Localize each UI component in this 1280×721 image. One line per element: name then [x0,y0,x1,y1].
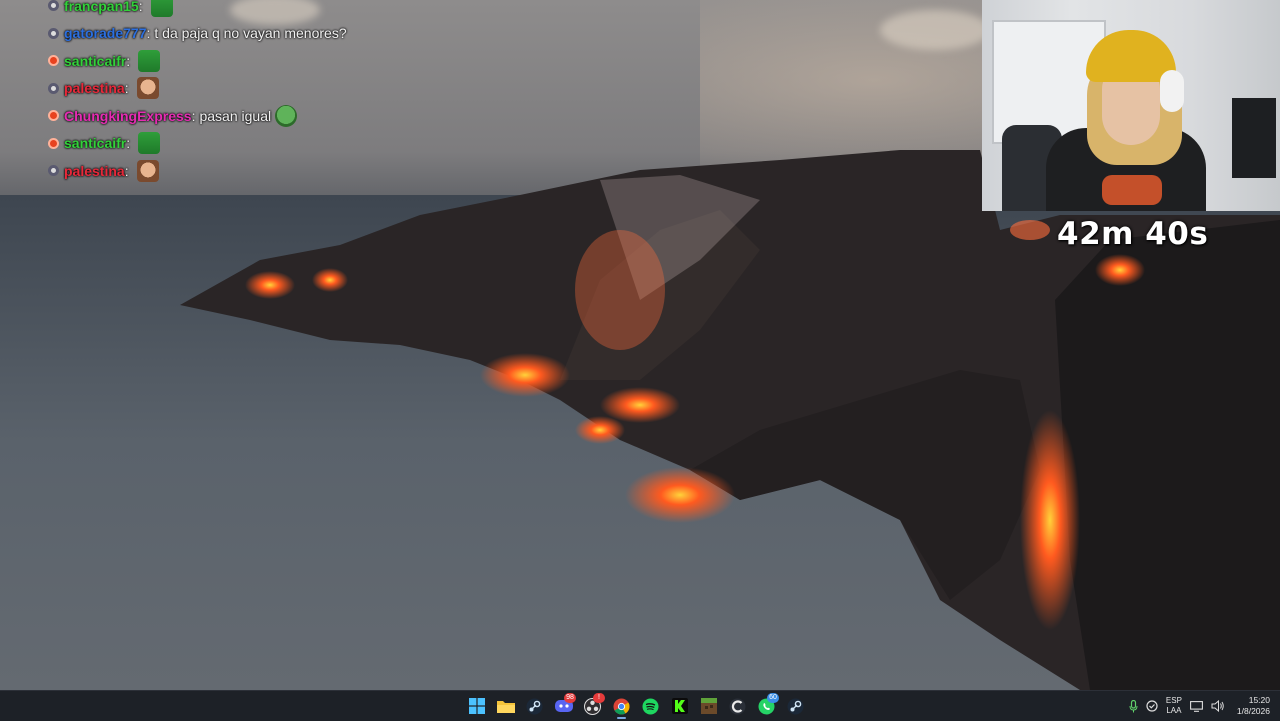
chat-message: gatorade777: t da paja q no vayan menore… [48,20,468,48]
chat-message: santicaifr: [48,130,468,158]
clock[interactable]: 15:20 1/8/2026 [1233,695,1270,717]
steam-icon [787,698,804,714]
webcam-feed [982,0,1280,211]
ccleaner-button[interactable] [726,692,749,720]
minecraft-button[interactable] [697,692,720,720]
clock-time: 15:20 [1248,695,1270,705]
chat-username[interactable]: francpan15 [64,0,139,14]
file-explorer-button[interactable] [494,692,517,720]
emote-icon [136,159,159,182]
spotify-icon [642,698,659,714]
chat-colon: : [191,107,196,124]
sub-badge-icon [48,110,59,122]
taskbar-apps: 98 ! 60 [465,691,807,721]
chat-username[interactable]: santicaifr [64,53,126,69]
spotify-button[interactable] [639,692,662,720]
ccleaner-icon [729,698,746,714]
emote-icon [150,0,173,17]
monitor-icon[interactable] [1189,700,1203,712]
emote-icon [136,77,159,100]
chat-colon: : [126,135,131,152]
vpn-shield-icon[interactable] [1146,700,1158,712]
sub-badge-icon [48,27,59,39]
chat-colon: : [126,52,131,69]
sub-badge-icon [48,55,59,67]
chat-colon: : [146,25,151,42]
taskbar: 98 ! 60 ESP LAA 15:20 1/8/2026 [0,690,1280,721]
headphones [1160,70,1184,112]
emote-icon [138,132,161,155]
shirt-print [1102,175,1162,205]
chat-message: palestina: [48,75,468,103]
stream-timer: 42m 40s [1057,216,1209,252]
clock-date: 1/8/2026 [1236,706,1270,716]
chat-message: francpan15: [48,0,468,20]
chat-username[interactable]: palestina [64,163,125,179]
obs-badge: ! [593,693,605,703]
discord-badge: 98 [564,693,576,703]
chat-username[interactable]: palestina [64,80,125,96]
keyboard-layout: LAA [1166,706,1182,715]
chat-colon: : [124,162,129,179]
obs-button[interactable]: ! [581,692,605,720]
steam-icon [526,698,543,714]
emote-icon [138,49,161,72]
sub-badge-icon [48,137,59,149]
kick-icon [671,698,688,714]
chat-message: palestina: [48,157,468,185]
minecraft-icon [700,698,717,714]
chat-colon: : [138,0,143,14]
language-indicator[interactable]: ESP LAA [1166,696,1182,716]
chat-username[interactable]: ChungkingExpress [64,108,192,124]
folder-icon [496,701,515,713]
kick-button[interactable] [668,692,691,720]
sub-badge-icon [48,0,59,12]
chat-text: pasan igual [199,107,272,124]
volume-icon[interactable] [1211,700,1225,712]
stream-chat-overlay: francpan15: gatorade777: t da paja q no … [48,0,468,185]
chrome-icon [613,698,630,714]
chrome-button[interactable] [610,692,633,720]
chat-username[interactable]: santicaifr [64,135,126,151]
whatsapp-button[interactable]: 60 [755,692,779,720]
discord-button[interactable]: 98 [552,692,576,720]
microphone-icon[interactable] [1129,699,1138,713]
chat-message: ChungkingExpress: pasan igual [48,102,468,130]
emote-icon [275,104,298,127]
chat-text: t da paja q no vayan menores? [154,25,347,42]
chat-colon: : [124,80,129,97]
chat-message: santicaifr: [48,47,468,75]
sub-badge-icon [48,82,59,94]
sub-badge-icon [48,165,59,177]
windows-icon [468,698,485,714]
chat-username[interactable]: gatorade777 [64,25,146,41]
system-tray: ESP LAA 15:20 1/8/2026 [1129,691,1280,721]
steam-2-button[interactable] [784,692,807,720]
start-button[interactable] [465,692,488,720]
steam-button[interactable] [523,692,546,720]
language-code: ESP [1165,696,1182,705]
whatsapp-badge: 60 [767,693,779,703]
monitor [1232,98,1276,178]
